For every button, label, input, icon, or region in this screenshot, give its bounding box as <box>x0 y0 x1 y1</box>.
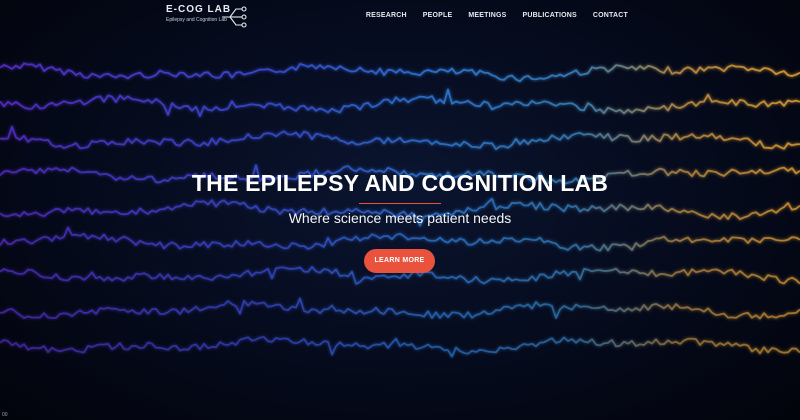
learn-more-button[interactable]: LEARN MORE <box>364 249 435 273</box>
eeg-wave-line <box>0 88 800 118</box>
hero-subtitle: Where science meets patient needs <box>288 210 512 226</box>
main-nav: RESEARCH PEOPLE MEETINGS PUBLICATIONS CO… <box>366 12 628 19</box>
eeg-wave-line <box>0 297 800 320</box>
nav-research[interactable]: RESEARCH <box>366 12 407 19</box>
nav-publications[interactable]: PUBLICATIONS <box>523 12 577 19</box>
circuit-icon <box>222 6 247 28</box>
corner-text: 00 <box>2 412 8 418</box>
title-divider <box>359 203 441 204</box>
site-logo[interactable]: E-COG LAB Epilepsy and Cognition Lab <box>166 4 250 30</box>
eeg-wave-line <box>0 226 800 252</box>
eeg-wave-line <box>0 336 800 358</box>
hero-page: E-COG LAB Epilepsy and Cognition Lab RES… <box>0 0 800 420</box>
nav-meetings[interactable]: MEETINGS <box>468 12 506 19</box>
hero-title: THE EPILEPSY AND COGNITION LAB <box>191 170 609 196</box>
eeg-wave-line <box>0 62 800 83</box>
top-navigation-bar: E-COG LAB Epilepsy and Cognition Lab RES… <box>0 0 800 34</box>
eeg-wave-line <box>0 125 800 151</box>
hero-section: THE EPILEPSY AND COGNITION LAB Where sci… <box>0 170 800 226</box>
nav-contact[interactable]: CONTACT <box>593 12 628 19</box>
nav-people[interactable]: PEOPLE <box>423 12 453 19</box>
logo-subtitle: Epilepsy and Cognition Lab <box>166 17 227 23</box>
